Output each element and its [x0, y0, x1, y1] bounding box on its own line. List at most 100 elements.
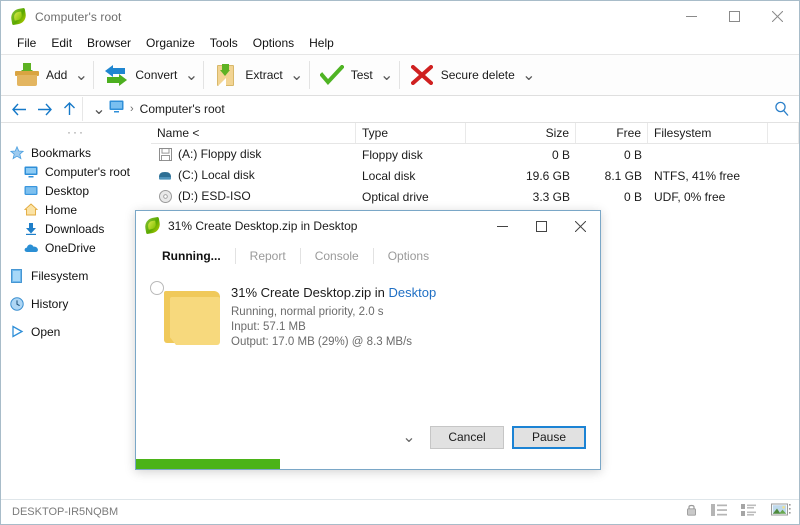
close-icon[interactable]: [561, 211, 600, 241]
add-dropdown[interactable]: ⌄: [72, 55, 90, 96]
add-box-icon: [14, 62, 40, 88]
task-destination-link[interactable]: Desktop: [389, 285, 437, 300]
forward-arrow-icon[interactable]: [32, 97, 57, 121]
tab-options[interactable]: Options: [374, 247, 443, 265]
menu-item-file[interactable]: File: [10, 34, 43, 52]
menu-item-options[interactable]: Options: [246, 34, 301, 52]
cell-free: 0 B: [576, 148, 648, 162]
optical-disc-icon: [157, 190, 173, 204]
test-button-label: Test: [351, 68, 373, 82]
details-view-icon[interactable]: [711, 503, 727, 521]
cell-name: (C:) Local disk: [151, 168, 356, 183]
tab-running[interactable]: Running...: [148, 247, 235, 265]
chevron-down-icon: ⌄: [75, 65, 88, 85]
breadcrumb[interactable]: Computer's root: [140, 102, 225, 116]
search-icon[interactable]: [765, 101, 799, 117]
sidebar-item-label: Home: [45, 203, 77, 217]
sidebar-item-filesystem[interactable]: Filesystem: [1, 266, 151, 285]
sidebar-item-open[interactable]: Open: [1, 322, 151, 341]
column-header-type[interactable]: Type: [356, 123, 466, 143]
secure-delete-dropdown[interactable]: ⌄: [520, 55, 538, 96]
convert-button-label: Convert: [135, 68, 177, 82]
column-header-size[interactable]: Size: [466, 123, 576, 143]
menu-item-browser[interactable]: Browser: [80, 34, 138, 52]
thumbnail-view-icon[interactable]: [771, 503, 791, 522]
task-headline: 31% Create Desktop.zip in Desktop: [231, 285, 436, 300]
test-dropdown[interactable]: ⌄: [378, 55, 396, 96]
sidebar-item-onedrive[interactable]: OneDrive: [1, 238, 151, 257]
history-chevron-icon[interactable]: ⌄: [89, 99, 109, 119]
task-headline-prefix: 31% Create Desktop.zip in: [231, 285, 389, 300]
column-header-name[interactable]: Name <: [151, 123, 356, 143]
convert-dropdown[interactable]: ⌄: [182, 55, 200, 96]
menu-item-edit[interactable]: Edit: [44, 34, 79, 52]
table-row[interactable]: (A:) Floppy disk Floppy disk 0 B 0 B: [151, 144, 799, 165]
chevron-down-icon: ⌄: [380, 65, 393, 85]
add-button[interactable]: Add: [8, 55, 72, 96]
address-field[interactable]: ⌄ › Computer's root: [82, 97, 765, 121]
column-header-filesystem[interactable]: Filesystem: [648, 123, 768, 143]
dialog-title-bar: 31% Create Desktop.zip in Desktop: [136, 211, 600, 241]
cancel-button[interactable]: Cancel: [430, 426, 504, 449]
chevron-down-icon: ⌄: [290, 65, 303, 85]
table-row[interactable]: (D:) ESD-ISO Optical drive 3.3 GB 0 B UD…: [151, 186, 799, 207]
dialog-title: 31% Create Desktop.zip in Desktop: [168, 219, 357, 233]
close-icon[interactable]: [756, 1, 799, 32]
dialog-footer: ⌄ Cancel Pause: [136, 415, 600, 469]
drive-icon: [9, 268, 25, 284]
extract-folder-icon: [213, 62, 239, 88]
column-header-free[interactable]: Free: [576, 123, 648, 143]
leaf-icon: [145, 218, 161, 234]
secure-delete-button[interactable]: Secure delete: [403, 55, 520, 96]
extract-button[interactable]: Extract: [207, 55, 287, 96]
column-header-spacer: [768, 123, 799, 143]
sidebar-overflow[interactable]: ···: [1, 127, 151, 143]
menu-item-help[interactable]: Help: [302, 34, 341, 52]
task-input-line: Input: 57.1 MB: [231, 320, 436, 335]
dialog-window-controls: [483, 211, 600, 241]
test-button[interactable]: Test: [313, 55, 378, 96]
up-arrow-icon[interactable]: [57, 97, 82, 121]
sidebar-item-label: Filesystem: [31, 269, 88, 283]
menu-item-tools[interactable]: Tools: [203, 34, 245, 52]
cell-name: (A:) Floppy disk: [151, 147, 356, 162]
file-list-header: Name < Type Size Free Filesystem: [151, 123, 799, 144]
menu-item-organize[interactable]: Organize: [139, 34, 202, 52]
tab-console[interactable]: Console: [301, 247, 373, 265]
convert-button[interactable]: Convert: [97, 55, 182, 96]
sidebar-item-label: History: [31, 297, 68, 311]
lock-icon[interactable]: [686, 503, 697, 521]
desktop-icon: [23, 183, 39, 199]
status-bar: DESKTOP-IR5NQBM: [1, 499, 799, 524]
red-x-icon: [409, 62, 435, 88]
sidebar-item-desktop[interactable]: Desktop: [1, 181, 151, 200]
leaf-icon: [11, 9, 27, 25]
cloud-icon: [23, 240, 39, 256]
task-info: 31% Create Desktop.zip in Desktop Runnin…: [231, 285, 436, 350]
grid-view-icon[interactable]: [741, 503, 757, 521]
sidebar-item-computers-root[interactable]: Computer's root: [1, 162, 151, 181]
computer-monitor-icon[interactable]: [109, 100, 124, 118]
toolbar-separator: [203, 61, 204, 89]
minimize-icon[interactable]: [670, 1, 713, 32]
sidebar-item-bookmarks[interactable]: Bookmarks: [1, 143, 151, 162]
clock-icon: [9, 296, 25, 312]
tab-report[interactable]: Report: [236, 247, 300, 265]
extract-dropdown[interactable]: ⌄: [288, 55, 306, 96]
minimize-icon[interactable]: [483, 211, 522, 241]
table-row[interactable]: (C:) Local disk Local disk 19.6 GB 8.1 G…: [151, 165, 799, 186]
maximize-icon[interactable]: [713, 1, 756, 32]
sidebar-item-history[interactable]: History: [1, 294, 151, 313]
sidebar-item-home[interactable]: Home: [1, 200, 151, 219]
menu-bar: File Edit Browser Organize Tools Options…: [1, 32, 799, 54]
cell-name: (D:) ESD-ISO: [151, 189, 356, 204]
progress-bar-fill: [136, 459, 280, 469]
maximize-icon[interactable]: [522, 211, 561, 241]
dialog-tabs: Running... Report Console Options: [136, 241, 600, 271]
chevron-down-icon[interactable]: ⌄: [398, 427, 420, 447]
check-icon: [319, 62, 345, 88]
sidebar-item-downloads[interactable]: Downloads: [1, 219, 151, 238]
toolbar: Add ⌄ Convert ⌄ Extract ⌄: [1, 54, 799, 96]
back-arrow-icon[interactable]: [7, 97, 32, 121]
pause-button[interactable]: Pause: [512, 426, 586, 449]
